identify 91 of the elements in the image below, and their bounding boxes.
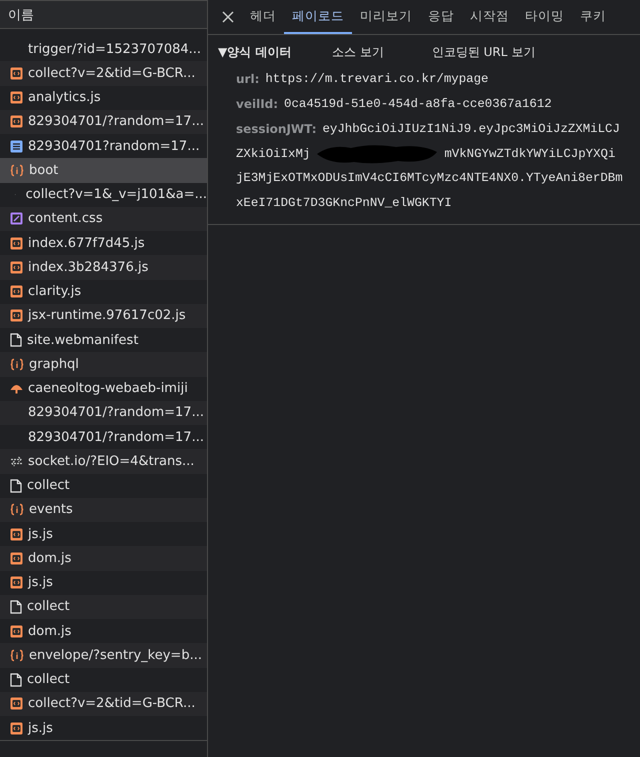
file-icon	[10, 478, 22, 493]
script-icon	[10, 91, 23, 104]
request-name: collect?v=2&tid=G-BCR...	[28, 66, 196, 81]
request-name: collect?v=1&_v=j101&a=...	[26, 187, 207, 202]
close-icon[interactable]	[222, 11, 234, 23]
braces-icon	[10, 503, 24, 516]
field-value: 0ca4519d-51e0-454d-a8fa-cce0367a1612	[284, 97, 552, 112]
request-row[interactable]: socket.io/?EIO=4&trans...	[0, 449, 207, 474]
request-row[interactable]: collect?v=2&tid=G-BCR...	[0, 61, 207, 86]
section-title[interactable]: ▼양식 데이터	[218, 44, 332, 60]
request-row[interactable]: boot	[0, 158, 207, 182]
document-icon	[10, 140, 23, 153]
detail-tab[interactable]: 쿠키	[572, 0, 614, 34]
request-row[interactable]: events	[0, 498, 207, 522]
script-icon	[10, 697, 23, 710]
request-name: index.677f7d45.js	[28, 236, 145, 251]
umbrella-icon	[10, 383, 23, 394]
request-name: trigger/?id=1523707084...	[28, 42, 202, 57]
request-name: 829304701?random=17...	[28, 138, 200, 154]
request-row[interactable]: index.3b284376.js	[0, 255, 207, 280]
script-icon	[10, 236, 23, 250]
detail-tab[interactable]: 미리보기	[352, 0, 420, 34]
file-icon	[10, 600, 22, 614]
request-name: content.css	[28, 211, 103, 226]
request-name: collect	[27, 599, 70, 614]
script-icon	[10, 309, 23, 322]
field-value: https://m.trevari.co.kr/mypage	[265, 72, 488, 86]
view-encoded-link[interactable]: 인코딩된 URL 보기	[432, 44, 536, 60]
file-icon	[10, 672, 22, 687]
request-row[interactable]: graphql	[0, 352, 207, 376]
request-name: socket.io/?EIO=4&trans...	[28, 454, 194, 469]
detail-tab[interactable]: 페이로드	[284, 0, 352, 34]
request-row[interactable]: content.css	[0, 206, 207, 231]
script-icon	[10, 285, 23, 298]
column-header-label: 이름	[8, 6, 34, 24]
request-name: js.js	[28, 526, 53, 542]
request-name: dom.js	[28, 624, 72, 639]
field-key: sessionJWT:	[236, 122, 316, 136]
stylesheet-icon	[10, 212, 23, 226]
request-row[interactable]: 829304701/?random=17...	[0, 400, 207, 425]
request-name: 829304701/?random=17...	[28, 405, 204, 420]
request-row[interactable]: envelope/?sentry_key=b...	[0, 643, 207, 668]
request-name: events	[29, 502, 73, 518]
request-name: collect	[27, 672, 70, 688]
column-header[interactable]: 이름	[0, 0, 207, 29]
field-key: url:	[236, 72, 260, 86]
request-name: graphql	[29, 356, 79, 372]
request-name: 829304701/?random=17...	[28, 114, 204, 130]
field-value: mVkNGYwZTdkYWYiLCJpYXQi	[444, 146, 616, 161]
file-icon	[10, 333, 22, 348]
view-source-link[interactable]: 소스 보기	[332, 44, 384, 60]
detail-tab[interactable]: 헤더	[242, 0, 284, 34]
request-row[interactable]: dom.js	[0, 546, 207, 570]
request-name: envelope/?sentry_key=b...	[29, 648, 202, 663]
request-name: clarity.js	[28, 284, 82, 300]
request-name: site.webmanifest	[27, 332, 138, 348]
script-icon	[10, 115, 23, 128]
script-icon	[10, 624, 23, 638]
script-icon	[10, 722, 23, 735]
braces-icon	[10, 358, 24, 371]
request-name: analytics.js	[28, 90, 101, 106]
request-name: collect?v=2&tid=G-BCR...	[28, 696, 196, 712]
script-icon	[10, 576, 23, 590]
braces-icon	[10, 648, 24, 662]
braces-icon	[10, 164, 24, 177]
arrows-icon	[10, 456, 23, 467]
detail-tab[interactable]: 응답	[420, 0, 462, 34]
script-icon	[10, 528, 23, 541]
request-name: jsx-runtime.97617c02.js	[28, 308, 186, 324]
request-name: dom.js	[28, 550, 72, 566]
field-value: xEeI71DGt7D3GKncPnNV_elWGKTYI	[236, 196, 452, 210]
field-value: jE3MjExOTMxODUsImV4cCI6MTcyMzc4NTE4NX0.YTyeAni8erDBm	[236, 171, 623, 186]
request-name: boot	[29, 162, 58, 178]
request-row[interactable]: jsx-runtime.97617c02.js	[0, 304, 207, 328]
field-value: eyJhbGciOiJIUzI1NiJ9.eyJpc3MiOiJzZXMiLCJ	[322, 122, 620, 136]
detail-tab[interactable]: 타이밍	[517, 0, 572, 34]
request-row[interactable]: 829304701/?random=17...	[0, 110, 207, 134]
request-name: js.js	[28, 720, 53, 736]
request-name: js.js	[28, 575, 53, 590]
request-name: caeneoltog-webaeb-imiji	[28, 381, 188, 396]
script-icon	[10, 260, 23, 274]
request-name: collect	[27, 478, 70, 494]
field-key: veilId:	[236, 97, 278, 112]
request-name: index.3b284376.js	[28, 260, 148, 275]
detail-tab[interactable]: 시작점	[462, 0, 517, 34]
request-row[interactable]: collect	[0, 594, 207, 619]
script-icon	[10, 66, 23, 80]
request-name: 829304701/?random=17...	[28, 430, 204, 445]
field-value: ZXkiOiIxMj	[236, 146, 310, 161]
request-row[interactable]: collect?v=2&tid=G-BCR...	[0, 692, 207, 716]
script-icon	[10, 552, 23, 565]
